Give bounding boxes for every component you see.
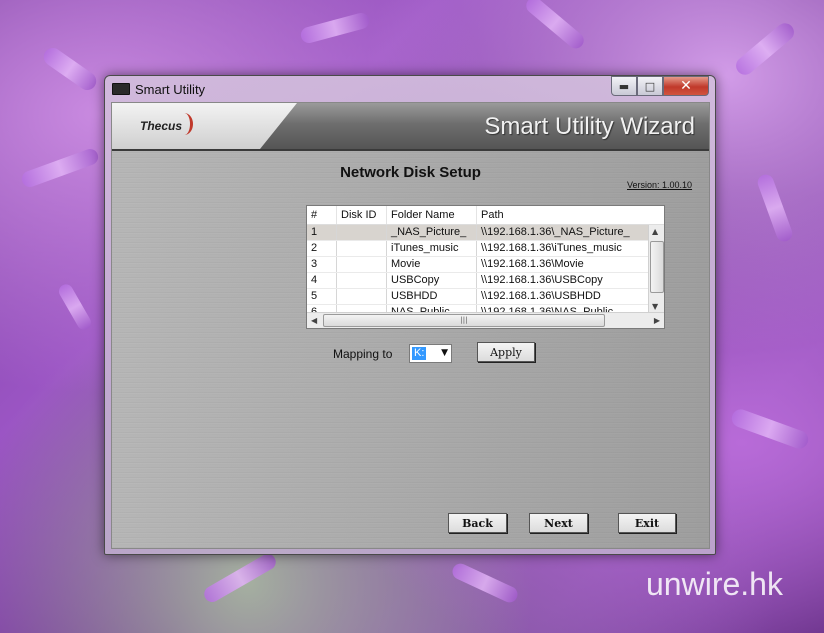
row-folder-name: _NAS_Picture_: [387, 225, 477, 240]
column-header-path[interactable]: Path: [477, 206, 649, 224]
row-number: 1: [307, 225, 337, 240]
minimize-button[interactable]: ▬: [611, 76, 637, 96]
app-icon: [112, 83, 130, 95]
close-button[interactable]: ✕: [663, 76, 709, 96]
row-folder-name: Movie: [387, 257, 477, 272]
close-icon: ✕: [680, 78, 692, 94]
drive-letter-select[interactable]: K: ▼: [409, 344, 452, 363]
table-row[interactable]: 4 USBCopy \\192.168.1.36\USBCopy: [307, 273, 649, 289]
vertical-scroll-thumb[interactable]: [650, 241, 664, 293]
row-path: \\192.168.1.36\_NAS_Picture_: [477, 225, 649, 240]
chevron-down-icon[interactable]: ▼: [441, 348, 448, 358]
wizard-banner: Thecus Smart Utility Wizard: [112, 103, 709, 151]
scroll-left-icon[interactable]: ◀: [311, 316, 317, 325]
row-number: 2: [307, 241, 337, 256]
column-header-number[interactable]: #: [307, 206, 337, 224]
row-folder-name: iTunes_music: [387, 241, 477, 256]
vertical-scrollbar[interactable]: ▲ ▼: [648, 225, 664, 313]
row-disk-id: [337, 225, 387, 240]
horizontal-scrollbar[interactable]: ◀ ||| ▶: [307, 312, 664, 328]
table-row[interactable]: 1 _NAS_Picture_ \\192.168.1.36\_NAS_Pict…: [307, 225, 649, 241]
row-path: \\192.168.1.36\USBHDD: [477, 289, 649, 304]
row-number: 5: [307, 289, 337, 304]
list-body: 1 _NAS_Picture_ \\192.168.1.36\_NAS_Pict…: [307, 225, 649, 321]
version-link[interactable]: Version: 1.00.10: [627, 180, 692, 190]
logo-swoosh-icon: [176, 113, 193, 135]
drive-letter-value: K:: [412, 347, 427, 360]
banner-title: Smart Utility Wizard: [484, 113, 695, 140]
column-header-folder-name[interactable]: Folder Name: [387, 206, 477, 224]
maximize-button[interactable]: □: [637, 76, 663, 96]
mapping-label: Mapping to: [333, 347, 393, 361]
window-title: Smart Utility: [135, 81, 206, 97]
column-header-disk-id[interactable]: Disk ID: [337, 206, 387, 224]
horizontal-scroll-thumb[interactable]: |||: [323, 314, 605, 327]
page-title: Network Disk Setup: [340, 164, 481, 181]
exit-button[interactable]: Exit: [618, 513, 676, 533]
row-disk-id: [337, 257, 387, 272]
row-disk-id: [337, 273, 387, 288]
table-row[interactable]: 5 USBHDD \\192.168.1.36\USBHDD: [307, 289, 649, 305]
row-folder-name: USBCopy: [387, 273, 477, 288]
row-path: \\192.168.1.36\USBCopy: [477, 273, 649, 288]
back-button[interactable]: Back: [448, 513, 507, 533]
scroll-up-icon[interactable]: ▲: [652, 227, 658, 236]
title-bar[interactable]: Smart Utility ▬ □ ✕: [105, 76, 715, 102]
next-button[interactable]: Next: [529, 513, 588, 533]
maximize-icon: □: [644, 79, 656, 93]
row-path: \\192.168.1.36\iTunes_music: [477, 241, 649, 256]
list-header: # Disk ID Folder Name Path: [307, 206, 664, 225]
wizard-content: Thecus Smart Utility Wizard Network Disk…: [111, 102, 710, 549]
row-path: \\192.168.1.36\Movie: [477, 257, 649, 272]
row-disk-id: [337, 289, 387, 304]
scroll-down-icon[interactable]: ▼: [652, 302, 658, 311]
window-controls: ▬ □ ✕: [611, 76, 709, 96]
row-number: 3: [307, 257, 337, 272]
row-disk-id: [337, 241, 387, 256]
apply-button[interactable]: Apply: [477, 342, 535, 362]
table-row[interactable]: 3 Movie \\192.168.1.36\Movie: [307, 257, 649, 273]
watermark: unwire.hk: [646, 566, 783, 602]
share-list[interactable]: # Disk ID Folder Name Path 1 _NAS_Pictur…: [306, 205, 665, 329]
scroll-right-icon[interactable]: ▶: [654, 316, 660, 325]
row-number: 4: [307, 273, 337, 288]
minimize-icon: ▬: [618, 79, 630, 93]
smart-utility-window: Smart Utility ▬ □ ✕ Thecus Smart Utility…: [104, 75, 716, 555]
table-row[interactable]: 2 iTunes_music \\192.168.1.36\iTunes_mus…: [307, 241, 649, 257]
row-folder-name: USBHDD: [387, 289, 477, 304]
